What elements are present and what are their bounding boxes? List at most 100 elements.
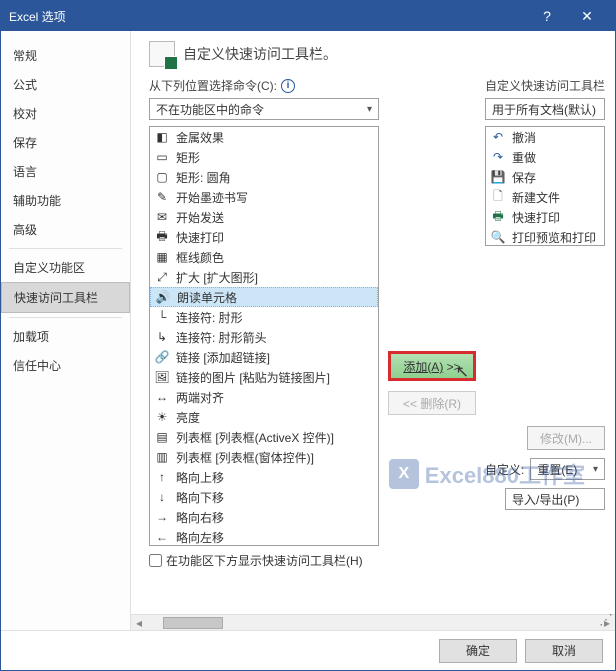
command-item[interactable]: 🔊朗读单元格 [150, 287, 378, 307]
qat-item-label: 新建文件 [512, 189, 560, 206]
dialog-body: 常规 公式 校对 保存 语言 辅助功能 高级 自定义功能区 快速访问工具栏 加载… [1, 31, 615, 630]
command-icon: ▥ [154, 449, 170, 465]
command-item[interactable]: ▥ 列表框 [列表框(窗体控件)] [150, 447, 378, 467]
command-icon: ▤ [154, 429, 170, 445]
window-title: Excel 选项 [9, 8, 527, 25]
command-label: 列表框 [列表框(窗体控件)] [176, 449, 314, 466]
close-button[interactable]: ✕ [567, 1, 607, 31]
qat-column: 自定义快速访问工具栏 用于所有文档(默认) ↶撤消↷重做💾保存🗋新建文件🖶快速打… [485, 77, 605, 569]
customize-reset-row: 自定义: 重置(E) ▾ [485, 458, 605, 480]
command-label: 列表框 [列表框(ActiveX 控件)] [176, 429, 334, 446]
sidebar-separator [9, 317, 122, 318]
command-item[interactable]: 🔗链接 [添加超链接] [150, 347, 378, 367]
command-label: 快速打印 [176, 229, 224, 246]
command-icon: ▦ [154, 249, 170, 265]
cancel-button[interactable]: 取消 [525, 639, 603, 663]
command-label: 两端对齐 [176, 389, 224, 406]
command-icon: ↔ [154, 389, 170, 405]
choose-commands-label: 从下列位置选择命令(C): i [149, 77, 379, 94]
command-label: 连接符: 肘形箭头 [176, 329, 267, 346]
command-item[interactable]: ↓略向下移 [150, 487, 378, 507]
sidebar-item-trust-center[interactable]: 信任中心 [1, 351, 130, 380]
command-icon: 🔊 [155, 289, 171, 305]
show-below-ribbon-checkbox[interactable]: 在功能区下方显示快速访问工具栏(H) [149, 552, 379, 569]
command-icon: ← [154, 529, 170, 545]
command-icon: ☀ [154, 409, 170, 425]
command-icon: ↳ [154, 329, 170, 345]
command-item[interactable]: ↑略向上移 [150, 467, 378, 487]
command-icon: ⤢ [154, 269, 170, 285]
choose-commands-dropdown[interactable]: 不在功能区中的命令 ▾ [149, 98, 379, 120]
command-label: 矩形: 圆角 [176, 169, 231, 186]
command-label: 亮度 [176, 409, 200, 426]
qat-item-label: 保存 [512, 169, 536, 186]
command-item[interactable]: ⤢扩大 [扩大图形] [150, 267, 378, 287]
sidebar-item-language[interactable]: 语言 [1, 157, 130, 186]
command-label: 略向下移 [176, 489, 224, 506]
command-item[interactable]: ▤ 列表框 [列表框(ActiveX 控件)] [150, 427, 378, 447]
command-label: 开始发送 [176, 209, 224, 226]
sidebar-item-general[interactable]: 常规 [1, 41, 130, 70]
add-button[interactable]: 添加(A) >> ↖ [388, 351, 476, 381]
main-panel: 自定义快速访问工具栏。 从下列位置选择命令(C): i 不在功能区中的命令 ▾ … [131, 31, 615, 630]
titlebar: Excel 选项 ? ✕ [1, 1, 615, 31]
sidebar-item-advanced[interactable]: 高级 [1, 215, 130, 244]
dialog-footer: 确定 取消 [1, 630, 615, 670]
command-item[interactable]: ◧金属效果 [150, 127, 378, 147]
qat-item[interactable]: ↷重做 [486, 147, 604, 167]
customize-qat-dropdown[interactable]: 用于所有文档(默认) [485, 98, 605, 120]
command-label: 链接的图片 [粘贴为链接图片] [176, 369, 330, 386]
command-item[interactable]: 🖼链接的图片 [粘贴为链接图片] [150, 367, 378, 387]
command-item[interactable]: ✉ 开始发送 [150, 207, 378, 227]
qat-item[interactable]: 💾保存 [486, 167, 604, 187]
command-icon: ↑ [154, 469, 170, 485]
command-item[interactable]: ✎ 开始墨迹书写 [150, 187, 378, 207]
qat-item[interactable]: 🗋 新建文件 [486, 187, 604, 207]
command-item[interactable]: ↳ 连接符: 肘形箭头 [150, 327, 378, 347]
command-label: 矩形 [176, 149, 200, 166]
modify-button[interactable]: 修改(M)... [527, 426, 605, 450]
command-icon: ▢ [154, 169, 170, 185]
sidebar-item-quick-access-toolbar[interactable]: 快速访问工具栏 [1, 282, 130, 313]
import-export-dropdown[interactable]: 导入/导出(P) [505, 488, 605, 510]
command-icon: ✎ [154, 189, 170, 205]
qat-commands-listbox[interactable]: ↶撤消↷重做💾保存 🗋 新建文件🖶快速打印 🔍 打印预览和打印 [485, 126, 605, 246]
command-item[interactable]: 🖶 快速打印 [150, 227, 378, 247]
columns: 从下列位置选择命令(C): i 不在功能区中的命令 ▾ ◧金属效果▭矩形 ▢ 矩形:… [149, 77, 605, 569]
qat-item-label: 打印预览和打印 [512, 229, 596, 246]
command-label: 开始墨迹书写 [176, 189, 248, 206]
qat-item-icon: 🗋 [490, 189, 506, 205]
info-icon[interactable]: i [281, 79, 295, 93]
command-item[interactable]: ▦框线颜色 [150, 247, 378, 267]
qat-item[interactable]: ↶撤消 [486, 127, 604, 147]
available-commands-listbox[interactable]: ◧金属效果▭矩形 ▢ 矩形: 圆角 ✎ 开始墨迹书写 ✉ 开始发送 🖶 快速打印▦框线颜色⤢扩大… [149, 126, 379, 546]
qat-item[interactable]: 🖶快速打印 [486, 207, 604, 227]
ok-button[interactable]: 确定 [439, 639, 517, 663]
scrollbar-thumb[interactable] [163, 617, 223, 629]
command-label: 略向左移 [176, 529, 224, 546]
qat-item-label: 快速打印 [512, 209, 560, 226]
remove-button[interactable]: << 删除(R) [388, 391, 476, 415]
command-item[interactable]: ▢ 矩形: 圆角 [150, 167, 378, 187]
sidebar-item-accessibility[interactable]: 辅助功能 [1, 186, 130, 215]
command-item[interactable]: └连接符: 肘形 [150, 307, 378, 327]
sidebar-item-formulas[interactable]: 公式 [1, 70, 130, 99]
command-item[interactable]: ↔ 两端对齐 [150, 387, 378, 407]
help-button[interactable]: ? [527, 1, 567, 31]
reset-dropdown[interactable]: 重置(E) ▾ [530, 458, 605, 480]
qat-item[interactable]: 🔍 打印预览和打印 [486, 227, 604, 245]
command-item[interactable]: →略向右移 [150, 507, 378, 527]
command-icon: 🖶 [154, 229, 170, 245]
qat-item-icon: 🔍 [490, 229, 506, 245]
sidebar-item-proofing[interactable]: 校对 [1, 99, 130, 128]
sidebar-item-customize-ribbon[interactable]: 自定义功能区 [1, 253, 130, 282]
command-item[interactable]: ☀ 亮度 [150, 407, 378, 427]
show-below-ribbon-input[interactable] [149, 554, 162, 567]
sidebar-item-save[interactable]: 保存 [1, 128, 130, 157]
chevron-down-icon: ▾ [593, 464, 598, 475]
command-item[interactable]: ← 略向左移 [150, 527, 378, 545]
command-icon: ✉ [154, 209, 170, 225]
sidebar-item-addins[interactable]: 加载项 [1, 322, 130, 351]
command-item[interactable]: ▭矩形 [150, 147, 378, 167]
horizontal-scrollbar[interactable]: ◂ ▸ [131, 614, 615, 630]
